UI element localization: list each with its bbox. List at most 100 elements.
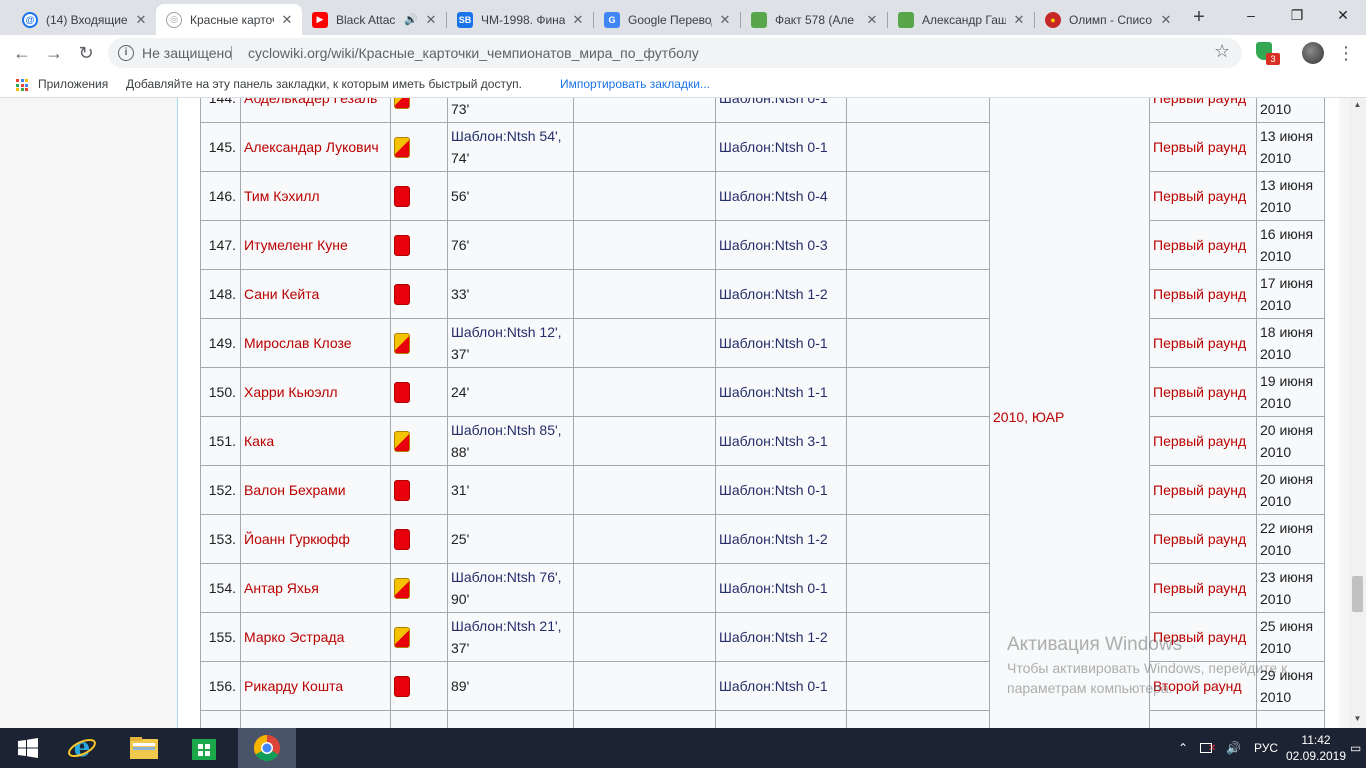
- close-icon[interactable]: ✕: [1012, 12, 1026, 28]
- player-link[interactable]: Марко Эстрада: [240, 612, 391, 662]
- player-link[interactable]: Итумеленг Куне: [240, 220, 391, 270]
- close-icon[interactable]: ✕: [1159, 12, 1173, 28]
- avatar[interactable]: [1302, 42, 1324, 64]
- date-text: 19 июня: [1260, 373, 1314, 389]
- round-link[interactable]: Первый раунд: [1149, 269, 1257, 319]
- tab-label: ЧМ-1998. Фина: [481, 12, 565, 27]
- start-button[interactable]: [0, 728, 56, 768]
- round-link[interactable]: Первый раунд: [1149, 416, 1257, 466]
- player-link[interactable]: Харри Кьюэлл: [240, 367, 391, 417]
- chrome-button[interactable]: [238, 728, 296, 768]
- tab-google-translate[interactable]: G Google Перевод ✕: [594, 4, 740, 35]
- yellow-red-card-icon: [394, 137, 410, 159]
- red-card-icon: [394, 529, 410, 551]
- internet-explorer-button[interactable]: e: [54, 728, 110, 768]
- round-link[interactable]: Первый раунд: [1149, 98, 1257, 123]
- card-cell: [390, 171, 448, 221]
- scroll-up-arrow-icon[interactable]: ▲: [1349, 100, 1366, 112]
- round-link[interactable]: Первый раунд: [1149, 465, 1257, 515]
- match-score: Шаблон:Ntsh 0-1: [715, 465, 847, 515]
- scrollbar-thumb[interactable]: [1352, 576, 1363, 613]
- row-number: [200, 710, 241, 728]
- round-link[interactable]: Первый раунд: [1149, 563, 1257, 613]
- store-button[interactable]: [176, 728, 232, 768]
- row-number: 148.: [200, 269, 241, 319]
- player-link[interactable]: Мирослав Клозе: [240, 318, 391, 368]
- apps-bookmark[interactable]: Приложения: [38, 77, 108, 91]
- empty-cell: [846, 171, 990, 221]
- tab-youtube[interactable]: ▶ Black Attac 🔊 ✕: [302, 4, 446, 35]
- menu-dots-icon[interactable]: ⋮: [1336, 40, 1356, 66]
- new-tab-button[interactable]: +: [1188, 6, 1210, 28]
- language-indicator[interactable]: РУС: [1254, 728, 1278, 768]
- round-link[interactable]: [1149, 710, 1257, 728]
- tab-olymp[interactable]: ● Олимп - Списо ✕: [1035, 4, 1181, 35]
- round-link[interactable]: Первый раунд: [1149, 514, 1257, 564]
- player-link[interactable]: Рикарду Кошта: [240, 661, 391, 711]
- notifications-icon[interactable]: ▭: [1350, 728, 1361, 768]
- match-score: Шаблон:Ntsh 1-2: [715, 612, 847, 662]
- round-link[interactable]: Первый раунд: [1149, 220, 1257, 270]
- round-link[interactable]: Первый раунд: [1149, 122, 1257, 172]
- security-label: Не защищено: [142, 45, 232, 61]
- info-icon[interactable]: i: [118, 45, 134, 61]
- player-link[interactable]: Александар Лукович: [240, 122, 391, 172]
- scroll-down-arrow-icon[interactable]: ▼: [1349, 714, 1366, 726]
- player-link[interactable]: Йоанн Гуркюфф: [240, 514, 391, 564]
- tray-up-arrow-icon[interactable]: ⌃: [1178, 728, 1188, 768]
- close-icon[interactable]: ✕: [424, 12, 438, 28]
- card-minute: 31': [447, 465, 574, 515]
- import-bookmarks-link[interactable]: Импортировать закладки...: [560, 77, 710, 91]
- date-text: 2010: [1260, 444, 1292, 460]
- tournament-label[interactable]: 2010, ЮАР: [993, 409, 1064, 425]
- yellow-red-card-icon: [394, 431, 410, 453]
- player-link[interactable]: Тим Кэхилл: [240, 171, 391, 221]
- player-link[interactable]: Сани Кейта: [240, 269, 391, 319]
- close-icon[interactable]: ✕: [718, 12, 732, 28]
- page-scrollbar[interactable]: ▲ ▼: [1349, 98, 1366, 728]
- close-icon[interactable]: ✕: [571, 12, 585, 28]
- tab-fact-578[interactable]: Факт 578 (Але ✕: [741, 4, 887, 35]
- tab-inbox[interactable]: @ (14) Входящие ✕: [12, 4, 156, 35]
- network-disconnected-icon[interactable]: ✕: [1200, 728, 1216, 768]
- minimize-button[interactable]: –: [1228, 0, 1274, 30]
- volume-icon[interactable]: 🔊: [1226, 728, 1241, 768]
- sb-favicon-icon: SB: [457, 11, 473, 28]
- match-date: 13 июня 2010: [1256, 171, 1325, 221]
- round-link[interactable]: Первый раунд: [1149, 318, 1257, 368]
- close-window-button[interactable]: ✕: [1320, 0, 1366, 30]
- close-icon[interactable]: ✕: [865, 12, 879, 28]
- player-link[interactable]: Валон Бехрами: [240, 465, 391, 515]
- address-bar[interactable]: i Не защищено cyclowiki.org/wiki/Красные…: [108, 38, 1242, 68]
- card-minute: 73': [447, 98, 574, 123]
- player-link[interactable]: Антар Яхья: [240, 563, 391, 613]
- back-button[interactable]: ←: [8, 39, 36, 67]
- folder-icon: [130, 737, 158, 759]
- player-link[interactable]: [240, 710, 391, 728]
- clock[interactable]: 11:42 02.09.2019: [1284, 732, 1348, 764]
- restore-button[interactable]: ❐: [1274, 0, 1320, 30]
- player-link[interactable]: Кака: [240, 416, 391, 466]
- url-text[interactable]: cyclowiki.org/wiki/Красные_карточки_чемп…: [248, 45, 1148, 61]
- date-text: 16 июня: [1260, 226, 1314, 242]
- bookmark-star-icon[interactable]: ☆: [1214, 41, 1230, 62]
- match-score: Шаблон:Ntsh 0-1: [715, 98, 847, 123]
- close-icon[interactable]: ✕: [280, 12, 294, 28]
- round-link[interactable]: Первый раунд: [1149, 367, 1257, 417]
- tab-red-cards[interactable]: ◎ Красные карточ ✕: [156, 4, 302, 35]
- close-icon[interactable]: ✕: [134, 12, 148, 28]
- tab-aleksandr[interactable]: Александр Гаш ✕: [888, 4, 1034, 35]
- tab-chm-1998[interactable]: SB ЧМ-1998. Фина ✕: [447, 4, 593, 35]
- match-date: 2 июля: [1256, 710, 1325, 728]
- reload-button[interactable]: ↻: [72, 39, 100, 67]
- round-link[interactable]: Первый раунд: [1149, 171, 1257, 221]
- match-score: [715, 710, 847, 728]
- empty-cell: [846, 269, 990, 319]
- windows-activation-watermark: Активация Windows Чтобы активировать Win…: [1007, 632, 1287, 698]
- forward-button[interactable]: →: [40, 39, 68, 67]
- empty-cell: [573, 98, 716, 123]
- apps-grid-icon[interactable]: [16, 79, 28, 91]
- file-explorer-button[interactable]: [116, 728, 172, 768]
- empty-cell: [573, 367, 716, 417]
- player-link[interactable]: Абделькадер Гезаль: [240, 98, 391, 123]
